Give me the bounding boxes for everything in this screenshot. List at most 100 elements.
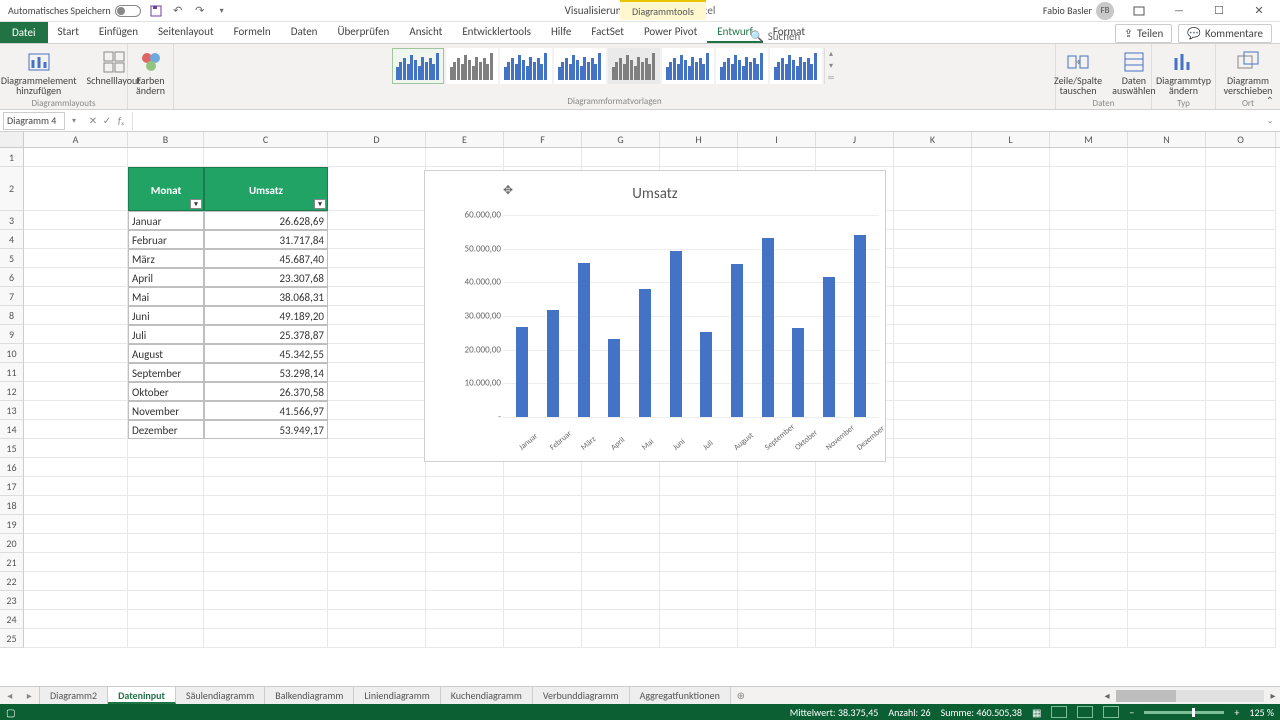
cell-B20[interactable] xyxy=(128,534,204,553)
cell-M13[interactable] xyxy=(1050,401,1128,420)
cell-L10[interactable] xyxy=(972,344,1050,363)
cell-N22[interactable] xyxy=(1128,572,1206,591)
tab-daten[interactable]: Daten xyxy=(281,22,328,43)
cell-K17[interactable] xyxy=(894,477,972,496)
cell-A4[interactable] xyxy=(24,230,128,249)
cell-A9[interactable] xyxy=(24,325,128,344)
cell-N3[interactable] xyxy=(1128,211,1206,230)
cell-L2[interactable] xyxy=(972,167,1050,211)
cell-A23[interactable] xyxy=(24,591,128,610)
cell-M12[interactable] xyxy=(1050,382,1128,401)
cell-N15[interactable] xyxy=(1128,439,1206,458)
row-header-25[interactable]: 25 xyxy=(0,629,24,648)
cell-I19[interactable] xyxy=(738,515,816,534)
col-header-G[interactable]: G xyxy=(582,132,660,147)
cell-N24[interactable] xyxy=(1128,610,1206,629)
col-header-I[interactable]: I xyxy=(738,132,816,147)
cell-B15[interactable] xyxy=(128,439,204,458)
cell-L1[interactable] xyxy=(972,148,1050,167)
sheet-tab-liniendiagramm[interactable]: Liniendiagramm xyxy=(354,687,440,704)
cell-L24[interactable] xyxy=(972,610,1050,629)
cell-A8[interactable] xyxy=(24,306,128,325)
col-header-B[interactable]: B xyxy=(128,132,204,147)
tab-ansicht[interactable]: Ansicht xyxy=(399,22,452,43)
cell-G20[interactable] xyxy=(582,534,660,553)
cell-B16[interactable] xyxy=(128,458,204,477)
cell-D12[interactable] xyxy=(328,382,426,401)
cell-M10[interactable] xyxy=(1050,344,1128,363)
cell-M2[interactable] xyxy=(1050,167,1128,211)
cell-E20[interactable] xyxy=(426,534,504,553)
cell-M3[interactable] xyxy=(1050,211,1128,230)
chart-title[interactable]: Umsatz xyxy=(425,171,885,203)
tab-formeln[interactable]: Formeln xyxy=(224,22,281,43)
hscroll-left-icon[interactable]: ◂ xyxy=(1100,689,1114,702)
cell-N2[interactable] xyxy=(1128,167,1206,211)
cell-D4[interactable] xyxy=(328,230,426,249)
cell-O17[interactable] xyxy=(1206,477,1276,496)
cell-K24[interactable] xyxy=(894,610,972,629)
cell-M18[interactable] xyxy=(1050,496,1128,515)
row-header-15[interactable]: 15 xyxy=(0,439,24,458)
cell-G23[interactable] xyxy=(582,591,660,610)
cell-A20[interactable] xyxy=(24,534,128,553)
cell-D21[interactable] xyxy=(328,553,426,572)
cell-N6[interactable] xyxy=(1128,268,1206,287)
page-break-view-icon[interactable] xyxy=(1103,706,1119,718)
cell-B22[interactable] xyxy=(128,572,204,591)
hscroll-thumb[interactable] xyxy=(1116,690,1176,702)
cell-J17[interactable] xyxy=(816,477,894,496)
cell-L11[interactable] xyxy=(972,363,1050,382)
comments-button[interactable]: 💬Kommentare xyxy=(1178,24,1272,43)
chart-bar-Januar[interactable] xyxy=(516,327,528,417)
col-header-D[interactable]: D xyxy=(328,132,426,147)
cell-A16[interactable] xyxy=(24,458,128,477)
cell-O1[interactable] xyxy=(1206,148,1276,167)
cell-E18[interactable] xyxy=(426,496,504,515)
cell-N19[interactable] xyxy=(1128,515,1206,534)
cell-C12[interactable]: 26.370,58 xyxy=(204,382,328,401)
cell-C5[interactable]: 45.687,40 xyxy=(204,249,328,268)
cell-L8[interactable] xyxy=(972,306,1050,325)
cell-N9[interactable] xyxy=(1128,325,1206,344)
row-header-10[interactable]: 10 xyxy=(0,344,24,363)
cell-D24[interactable] xyxy=(328,610,426,629)
chart-bar-April[interactable] xyxy=(608,339,620,417)
row-header-23[interactable]: 23 xyxy=(0,591,24,610)
cell-H21[interactable] xyxy=(660,553,738,572)
row-header-7[interactable]: 7 xyxy=(0,287,24,306)
filter-month-icon[interactable]: ▾ xyxy=(190,199,202,209)
cell-B3[interactable]: Januar xyxy=(128,211,204,230)
cell-N8[interactable] xyxy=(1128,306,1206,325)
cell-L18[interactable] xyxy=(972,496,1050,515)
cell-O20[interactable] xyxy=(1206,534,1276,553)
cell-D8[interactable] xyxy=(328,306,426,325)
cell-K9[interactable] xyxy=(894,325,972,344)
cell-B9[interactable]: Juli xyxy=(128,325,204,344)
cell-D5[interactable] xyxy=(328,249,426,268)
cell-M19[interactable] xyxy=(1050,515,1128,534)
cell-F22[interactable] xyxy=(504,572,582,591)
cell-F25[interactable] xyxy=(504,629,582,648)
select-data-button[interactable]: Daten auswählen xyxy=(1110,48,1159,98)
cell-N1[interactable] xyxy=(1128,148,1206,167)
cell-M16[interactable] xyxy=(1050,458,1128,477)
cell-A11[interactable] xyxy=(24,363,128,382)
cell-B17[interactable] xyxy=(128,477,204,496)
change-colors-button[interactable]: Farben ändern xyxy=(129,48,173,98)
cell-C25[interactable] xyxy=(204,629,328,648)
col-header-F[interactable]: F xyxy=(504,132,582,147)
cell-A18[interactable] xyxy=(24,496,128,515)
cell-K21[interactable] xyxy=(894,553,972,572)
cell-H1[interactable] xyxy=(660,148,738,167)
row-header-12[interactable]: 12 xyxy=(0,382,24,401)
cell-I20[interactable] xyxy=(738,534,816,553)
cell-C20[interactable] xyxy=(204,534,328,553)
cell-C23[interactable] xyxy=(204,591,328,610)
cell-D3[interactable] xyxy=(328,211,426,230)
cell-H19[interactable] xyxy=(660,515,738,534)
chart-bar-Dezember[interactable] xyxy=(854,235,866,417)
cell-C21[interactable] xyxy=(204,553,328,572)
cell-G21[interactable] xyxy=(582,553,660,572)
cell-O6[interactable] xyxy=(1206,268,1276,287)
